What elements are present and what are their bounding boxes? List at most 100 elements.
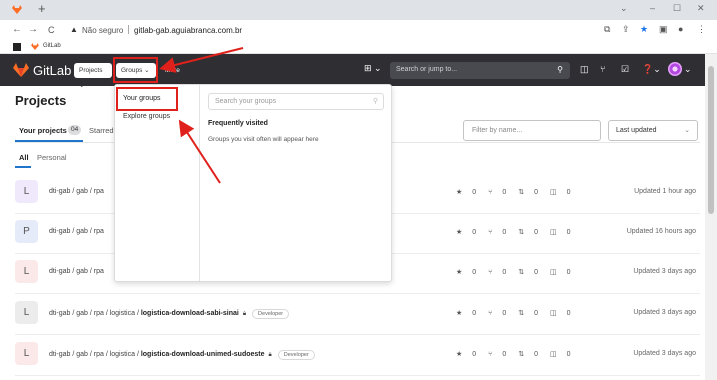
project-namespace: dti-gab / gab / rpa [49,228,104,235]
sort-dropdown[interactable]: Last updated ⌄ [608,120,698,141]
bookmark-gitlab[interactable]: GitLab [43,43,61,49]
project-path[interactable]: dti-gab / gab / rpa [49,268,104,275]
issues-count: 0 [566,351,571,358]
project-stats: ★ 0 ⑂ 0 ⇅ 0 ◫ 0 [456,268,580,276]
your-projects-count-badge: 04 [68,125,82,135]
project-updated: Updated 3 days ago [633,268,696,275]
scrollbar-thumb[interactable] [708,66,714,214]
filter-by-name-input[interactable]: Filter by name... [463,120,601,141]
issues-count: 0 [566,269,571,276]
project-row[interactable]: L dti-gab / gab / rpa / logistica / logi… [15,336,700,376]
mrs-count: 0 [534,351,538,358]
address-separator [128,25,129,34]
groups-dropdown-menu: Your groups Explore groups Search your g… [114,84,392,282]
star-icon: ★ [456,310,463,317]
user-avatar[interactable] [668,62,682,76]
project-row[interactable]: L dti-gab / gab / rpa / logistica / logi… [15,295,700,335]
menu-item-explore-groups[interactable]: Explore groups [123,113,170,120]
project-name: logistica-download-sabi-sinai [140,310,239,317]
project-path[interactable]: dti-gab / gab / rpa [49,228,104,235]
forward-button[interactable]: → [28,24,38,36]
search-groups-input[interactable]: Search your groups ⚲ [208,93,384,110]
project-avatar[interactable]: L [15,301,38,324]
translate-icon[interactable]: ⧉ [604,24,610,35]
browser-menu-icon[interactable]: ⋮ [697,24,706,35]
minimize-button[interactable]: – [650,3,655,13]
help-icon[interactable]: ❓⌄ [642,64,661,75]
project-stats: ★ 0 ⑂ 0 ⇅ 0 ◫ 0 [456,228,580,236]
forks-count: 0 [502,189,507,196]
project-avatar[interactable]: L [15,342,38,365]
fork-icon: ⑂ [488,189,493,196]
merge-requests-icon[interactable]: ⑂ [600,64,605,74]
todos-icon[interactable]: ☑ [621,64,629,75]
project-path[interactable]: dti-gab / gab / rpa / logistica / logist… [49,350,315,360]
filter-placeholder: Filter by name... [472,127,523,134]
chevron-down-icon[interactable]: ⌄ [684,64,692,75]
stars-count: 0 [472,189,477,196]
subtab-personal[interactable]: Personal [37,153,67,162]
dropdown-divider [199,85,200,281]
issues-count: 0 [566,229,571,236]
frequently-visited-empty-text: Groups you visit often will appear here [208,136,319,143]
fork-icon: ⑂ [488,351,493,358]
apps-icon[interactable] [13,43,21,51]
global-search-input[interactable]: Search or jump to... ⚲ [390,62,570,79]
back-button[interactable]: ← [12,24,22,36]
bookmark-star-icon[interactable]: ★ [640,24,648,35]
issue-icon: ◫ [549,351,557,358]
tab-your-projects[interactable]: Your projects [19,126,67,135]
issue-icon: ◫ [549,189,557,196]
lock-icon: 🔒︎ [268,352,272,358]
create-new-icon[interactable]: ⊞ ⌄ [364,63,382,74]
warning-icon[interactable]: ▲ [70,25,78,34]
stars-count: 0 [472,269,477,276]
global-search-placeholder: Search or jump to... [396,66,458,73]
projects-menu-label: Projects [79,67,103,74]
project-path[interactable]: dti-gab / gab / rpa [49,188,104,195]
merge-request-icon: ⇅ [518,189,525,196]
page-scrollbar[interactable] [705,54,717,380]
tab-search-icon[interactable]: ⌄ [620,3,628,14]
profile-icon[interactable]: ● [678,24,683,34]
share-icon[interactable]: ⇪ [622,24,630,35]
issues-icon[interactable]: ◫ [580,64,589,75]
tab-starred[interactable]: Starred [89,126,114,135]
gitlab-favicon-icon [12,5,22,14]
sidebar-icon[interactable]: ▣ [659,24,668,35]
subtab-all[interactable]: All [19,153,29,162]
gitlab-logo-icon[interactable] [13,63,29,77]
project-avatar[interactable]: L [15,260,38,283]
project-path[interactable]: dti-gab / gab / rpa / logistica / logist… [49,309,290,319]
gitlab-app-name[interactable]: GitLab [33,63,71,78]
project-avatar[interactable]: L [15,180,38,203]
merge-request-icon: ⇅ [518,229,525,236]
lock-icon: 🔒︎ [242,311,247,317]
frequently-visited-heading: Frequently visited [208,120,268,127]
stars-count: 0 [472,351,477,358]
reload-button[interactable]: C [48,24,55,36]
project-namespace: dti-gab / gab / rpa / logistica / [49,351,141,358]
project-avatar[interactable]: P [15,220,38,243]
mrs-count: 0 [534,310,538,317]
active-subtab-indicator [15,166,31,168]
browser-address-bar: ← → C ▲ Não seguro gitlab-gab.aguiabranc… [0,20,717,40]
stars-count: 0 [472,229,477,236]
gitlab-bookmark-icon [31,43,39,50]
close-window-button[interactable]: ✕ [697,3,705,14]
maximize-button[interactable]: ☐ [673,3,681,14]
issues-count: 0 [566,310,571,317]
star-icon: ★ [456,269,463,276]
insecure-label[interactable]: Não seguro [82,26,123,35]
address-url[interactable]: gitlab-gab.aguiabranca.com.br [134,26,242,35]
page-title: Projects [15,93,67,108]
search-groups-placeholder: Search your groups [215,98,277,105]
issues-count: 0 [566,189,571,196]
new-tab-button[interactable]: + [38,2,46,16]
search-icon: ⚲ [557,65,563,74]
project-updated: Updated 16 hours ago [626,228,696,235]
issue-icon: ◫ [549,269,557,276]
sort-selected-value: Last updated [616,127,657,134]
more-menu-button[interactable]: More ⌄ [160,63,190,89]
projects-menu-button[interactable]: Projects ⌄ [74,63,112,89]
